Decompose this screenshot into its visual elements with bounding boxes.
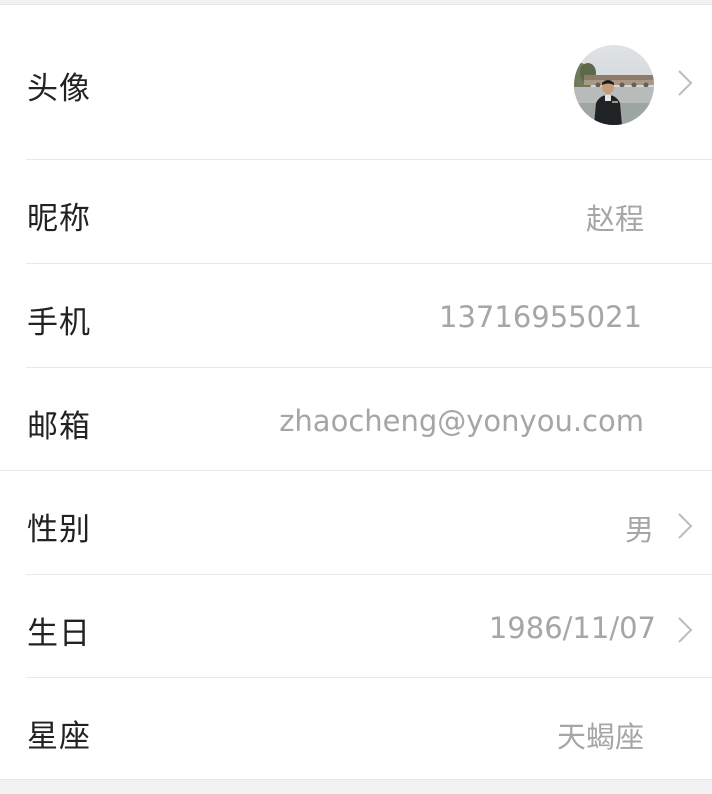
chevron-right-icon xyxy=(678,513,693,539)
email-value: zhaocheng@yonyou.com xyxy=(279,404,644,438)
row-gender[interactable]: 性别 男 xyxy=(0,471,712,574)
chevron-right-icon xyxy=(678,617,693,643)
gender-value: 男 xyxy=(624,513,654,547)
chevron-right-icon xyxy=(678,70,693,96)
profile-page: 头像 昵称 赵程 手机 13716955021 邮箱 zhaocheng@yon… xyxy=(0,0,712,794)
row-phone[interactable]: 手机 13716955021 xyxy=(0,264,712,367)
row-label-birthday: 生日 xyxy=(27,616,91,652)
zodiac-value: 天蝎座 xyxy=(556,720,644,754)
row-nickname[interactable]: 昵称 赵程 xyxy=(0,160,712,263)
row-email[interactable]: 邮箱 zhaocheng@yonyou.com xyxy=(0,368,712,471)
row-label-nickname: 昵称 xyxy=(27,201,91,237)
row-label-zodiac: 星座 xyxy=(27,719,91,755)
row-avatar[interactable]: 头像 xyxy=(0,5,712,160)
row-label-email: 邮箱 xyxy=(27,409,91,445)
row-label-phone: 手机 xyxy=(27,305,91,341)
avatar-image xyxy=(574,45,654,125)
row-birthday[interactable]: 生日 1986/11/07 xyxy=(0,575,712,678)
avatar[interactable] xyxy=(574,45,654,125)
row-label-gender: 性别 xyxy=(27,512,91,548)
birthday-value: 1986/11/07 xyxy=(488,611,656,645)
phone-value: 13716955021 xyxy=(439,300,642,334)
nickname-value: 赵程 xyxy=(585,202,644,236)
row-label-avatar: 头像 xyxy=(27,71,91,107)
profile-card: 头像 昵称 赵程 手机 13716955021 邮箱 zhaocheng@yon… xyxy=(0,4,712,780)
row-zodiac[interactable]: 星座 天蝎座 xyxy=(0,678,712,780)
